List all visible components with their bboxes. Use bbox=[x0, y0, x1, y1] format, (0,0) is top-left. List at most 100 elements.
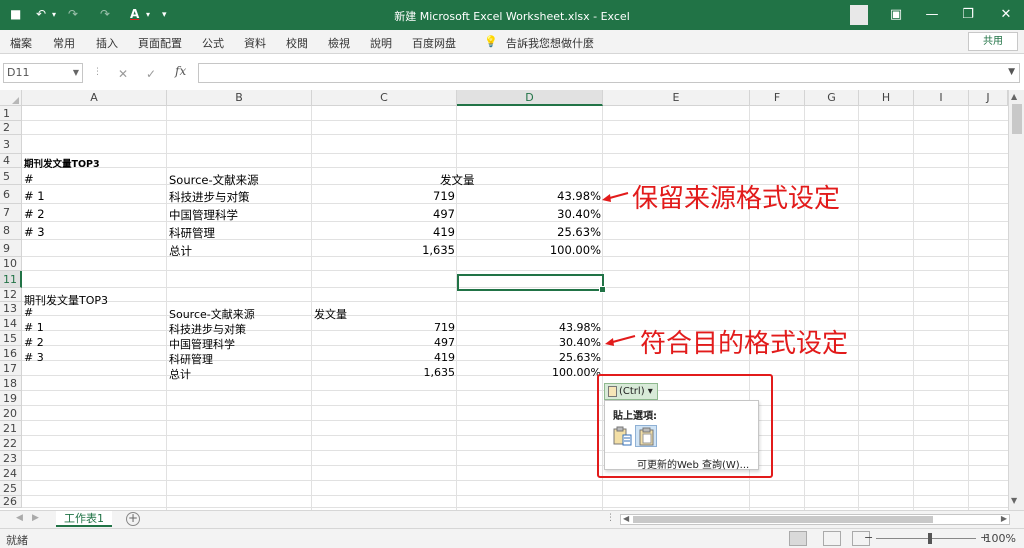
row-header[interactable]: 22 bbox=[0, 436, 22, 451]
column-header-h[interactable]: H bbox=[859, 90, 914, 106]
table2-total-d[interactable]: 100.00% bbox=[457, 366, 601, 379]
vertical-scrollbar[interactable]: ▲ ▼ bbox=[1008, 90, 1024, 510]
column-header-e[interactable]: E bbox=[603, 90, 750, 106]
share-button[interactable]: 共用 bbox=[968, 32, 1018, 51]
tab-formulas[interactable]: 公式 bbox=[202, 35, 224, 51]
row-header[interactable]: 21 bbox=[0, 421, 22, 436]
row-header[interactable]: 5 bbox=[0, 168, 22, 185]
table1-row3-d[interactable]: 25.63% bbox=[457, 225, 601, 239]
cancel-icon[interactable]: ✕ bbox=[118, 67, 128, 81]
row-header[interactable]: 2 bbox=[0, 121, 22, 135]
row-header[interactable]: 25 bbox=[0, 481, 22, 496]
table1-total-c[interactable]: 1,635 bbox=[312, 243, 455, 257]
row-header[interactable]: 3 bbox=[0, 135, 22, 154]
tab-home[interactable]: 常用 bbox=[53, 35, 75, 51]
row-header[interactable]: 17 bbox=[0, 361, 22, 376]
row-header[interactable]: 18 bbox=[0, 376, 22, 391]
tab-page-layout[interactable]: 頁面配置 bbox=[138, 35, 182, 51]
enter-icon[interactable]: ✓ bbox=[146, 67, 156, 81]
row-header[interactable]: 6 bbox=[0, 185, 22, 204]
tab-view[interactable]: 檢視 bbox=[328, 35, 350, 51]
table2-row1-c[interactable]: 719 bbox=[312, 321, 455, 334]
table2-row3-c[interactable]: 419 bbox=[312, 351, 455, 364]
insert-function-icon[interactable]: fx bbox=[175, 64, 186, 78]
expand-formula-icon[interactable]: ▼ bbox=[1008, 67, 1015, 77]
column-header-b[interactable]: B bbox=[167, 90, 312, 106]
table2-total-b[interactable]: 总计 bbox=[169, 366, 191, 382]
column-header-a[interactable]: A bbox=[22, 90, 167, 106]
row-header[interactable]: 19 bbox=[0, 391, 22, 406]
table1-row3-c[interactable]: 419 bbox=[312, 225, 455, 239]
sheet-tab-1[interactable]: 工作表1 bbox=[56, 511, 112, 527]
table2-row2-b[interactable]: 中国管理科学 bbox=[169, 336, 235, 352]
row-header[interactable]: 1 bbox=[0, 106, 22, 121]
table1-total-b[interactable]: 总计 bbox=[169, 243, 192, 259]
table1-row3-a[interactable]: # 3 bbox=[24, 225, 45, 239]
table1-title[interactable]: 期刊发文量TOP3 bbox=[24, 156, 100, 170]
prev-sheet-icon[interactable]: ◀ bbox=[16, 513, 23, 523]
table2-header-a[interactable]: # bbox=[24, 306, 33, 319]
table2-row1-a[interactable]: # 1 bbox=[24, 321, 44, 334]
chevron-down-icon[interactable]: ▼ bbox=[73, 64, 79, 82]
zoom-slider-thumb[interactable] bbox=[928, 533, 932, 544]
restore-icon[interactable]: ❐ bbox=[950, 0, 986, 30]
table1-row2-a[interactable]: # 2 bbox=[24, 207, 45, 221]
row-header[interactable]: 23 bbox=[0, 451, 22, 466]
formula-input[interactable]: ▼ bbox=[198, 63, 1020, 83]
horizontal-scroll-thumb[interactable] bbox=[633, 516, 933, 523]
page-layout-view-icon[interactable] bbox=[823, 531, 841, 546]
tab-baidu-netdisk[interactable]: 百度网盘 bbox=[412, 35, 456, 51]
ribbon-display-icon[interactable]: ▣ bbox=[878, 0, 914, 30]
tab-file[interactable]: 檔案 bbox=[10, 35, 32, 51]
scroll-right-icon[interactable]: ▶ bbox=[1001, 514, 1007, 523]
column-header-f[interactable]: F bbox=[750, 90, 805, 106]
row-header[interactable]: 14 bbox=[0, 316, 22, 331]
selected-cell-d11[interactable] bbox=[457, 274, 606, 293]
name-box[interactable]: D11 ▼ bbox=[3, 63, 83, 83]
vertical-scroll-thumb[interactable] bbox=[1012, 104, 1022, 134]
tab-help[interactable]: 說明 bbox=[370, 35, 392, 51]
row-header[interactable]: 13 bbox=[0, 302, 22, 316]
normal-view-icon[interactable] bbox=[789, 531, 807, 546]
table1-header-a[interactable]: # bbox=[24, 172, 34, 186]
column-header-c[interactable]: C bbox=[312, 90, 457, 106]
table2-row3-d[interactable]: 25.63% bbox=[457, 351, 601, 364]
split-handle-icon[interactable]: ⋮ bbox=[606, 513, 615, 523]
table1-row1-a[interactable]: # 1 bbox=[24, 189, 45, 203]
column-header-j[interactable]: J bbox=[969, 90, 1008, 106]
table2-row3-b[interactable]: 科研管理 bbox=[169, 351, 213, 367]
table1-row1-d[interactable]: 43.98% bbox=[457, 189, 601, 203]
avatar[interactable] bbox=[850, 5, 868, 25]
scroll-up-icon[interactable]: ▲ bbox=[1011, 92, 1017, 101]
close-icon[interactable]: ✕ bbox=[988, 0, 1024, 30]
next-sheet-icon[interactable]: ▶ bbox=[32, 513, 39, 523]
row-header[interactable]: 11 bbox=[0, 271, 22, 288]
table1-row2-d[interactable]: 30.40% bbox=[457, 207, 601, 221]
tab-review[interactable]: 校閱 bbox=[286, 35, 308, 51]
row-header[interactable]: 4 bbox=[0, 154, 22, 168]
table1-total-d[interactable]: 100.00% bbox=[457, 243, 601, 257]
table2-total-c[interactable]: 1,635 bbox=[312, 366, 456, 379]
table2-row2-c[interactable]: 497 bbox=[312, 336, 455, 349]
minimize-icon[interactable]: — bbox=[914, 0, 950, 30]
table2-header-c[interactable]: 发文量 bbox=[314, 306, 347, 322]
table2-title[interactable]: 期刊发文量TOP3 bbox=[24, 292, 108, 308]
table2-row2-a[interactable]: # 2 bbox=[24, 336, 44, 349]
select-all-corner[interactable] bbox=[0, 90, 22, 106]
column-header-g[interactable]: G bbox=[805, 90, 859, 106]
column-header-i[interactable]: I bbox=[914, 90, 969, 106]
row-header[interactable]: 12 bbox=[0, 288, 22, 302]
column-header-d[interactable]: D bbox=[457, 90, 603, 106]
row-header[interactable]: 15 bbox=[0, 331, 22, 346]
zoom-slider[interactable] bbox=[876, 538, 976, 539]
row-header[interactable]: 10 bbox=[0, 257, 22, 271]
scroll-left-icon[interactable]: ◀ bbox=[623, 514, 629, 523]
row-header[interactable]: 20 bbox=[0, 406, 22, 421]
table2-row2-d[interactable]: 30.40% bbox=[457, 336, 601, 349]
table2-row3-a[interactable]: # 3 bbox=[24, 351, 44, 364]
table1-header-c[interactable]: 发文量 bbox=[440, 172, 475, 188]
table1-row3-b[interactable]: 科研管理 bbox=[169, 225, 215, 241]
zoom-out-button[interactable]: − bbox=[864, 531, 873, 544]
row-header[interactable]: 16 bbox=[0, 346, 22, 361]
row-header[interactable]: 7 bbox=[0, 204, 22, 222]
